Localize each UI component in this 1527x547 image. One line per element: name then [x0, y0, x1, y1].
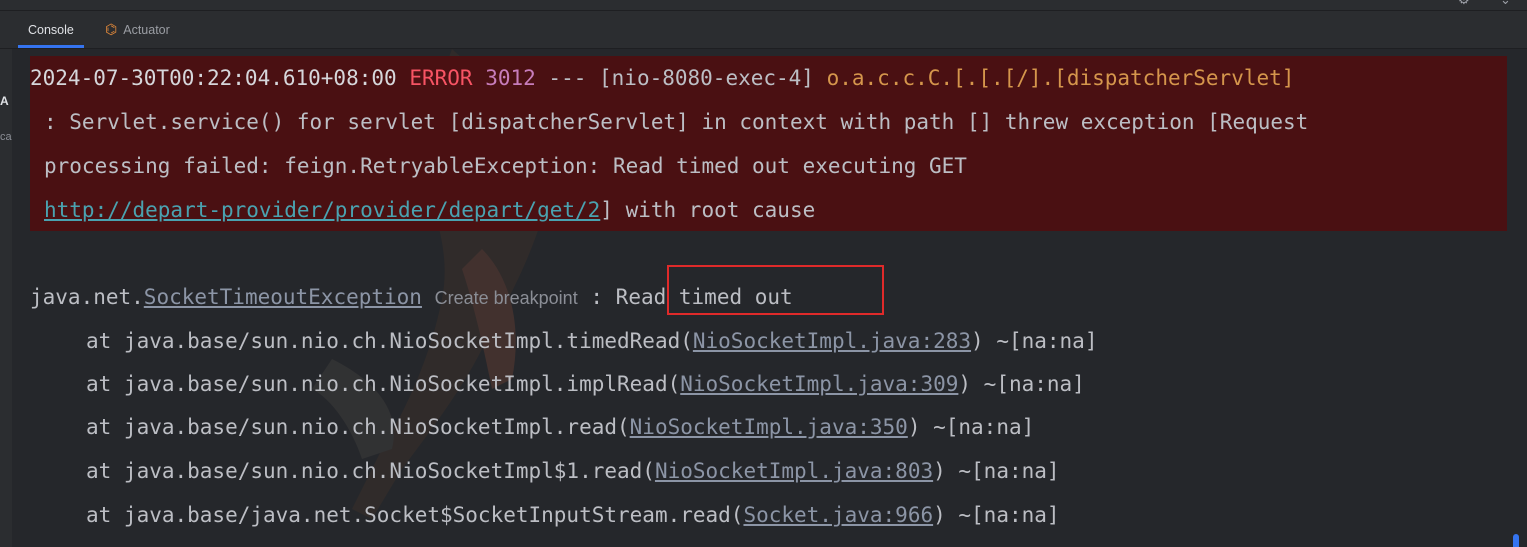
log-line-rest: ] with root cause: [600, 198, 816, 222]
log-line-message-2: processing failed: feign.RetryableExcept…: [44, 154, 967, 178]
log-logger: o.a.c.c.C.[.[.[/].[dispatcherServlet]: [826, 66, 1295, 90]
vertical-scrollbar-thumb[interactable]: [1513, 534, 1519, 547]
log-line-message-3: http://depart-provider/provider/depart/g…: [44, 195, 815, 225]
stack-frame: at java.base/sun.nio.ch.NioSocketImpl.re…: [86, 412, 1034, 442]
exception-package: java.net.: [30, 285, 144, 309]
exception-separator: :: [590, 285, 604, 309]
log-line-message-1: : Servlet.service() for servlet [dispatc…: [44, 110, 1309, 134]
stack-frame: at java.base/sun.nio.ch.NioSocketImpl.im…: [86, 369, 1085, 399]
settings-icon[interactable]: ⚙: [1458, 0, 1470, 8]
stack-frame-source-link[interactable]: NioSocketImpl.java:350: [630, 415, 908, 439]
request-url-link[interactable]: http://depart-provider/provider/depart/g…: [44, 198, 600, 222]
stack-frame-method: at java.base/sun.nio.ch.NioSocketImpl.ti…: [86, 329, 693, 353]
log-separator: ---: [548, 66, 587, 90]
stack-frame-suffix: ) ~[na:na]: [907, 415, 1035, 439]
highlight-box: [667, 265, 884, 315]
log-pid: 3012: [485, 66, 536, 90]
tab-console[interactable]: Console: [18, 11, 84, 48]
stack-frame-suffix: ) ~[na:na]: [971, 329, 1098, 353]
stack-frame-source-link[interactable]: NioSocketImpl.java:283: [693, 329, 971, 353]
log-line-header: 2024-07-30T00:22:04.610+08:00 ERROR 3012…: [30, 63, 1294, 93]
tool-window-tabs: Console ⌬ Actuator: [0, 11, 1527, 49]
stack-frame: at java.base/sun.nio.ch.NioSocketImpl$1.…: [86, 456, 1060, 486]
top-toolbar: ⚙ ⌄: [0, 0, 1527, 11]
stack-frame-suffix: ) ~[na:na]: [933, 459, 1060, 483]
tab-actuator[interactable]: ⌬ Actuator: [95, 11, 180, 48]
stack-frame-suffix: ) ~[na:na]: [933, 503, 1060, 527]
actuator-icon: ⌬: [105, 21, 118, 37]
stack-frame-source-link[interactable]: Socket.java:966: [743, 503, 933, 527]
tab-console-label: Console: [28, 22, 74, 37]
log-timestamp: 2024-07-30T00:22:04.610+08:00: [30, 66, 397, 90]
chevron-down-icon[interactable]: ⌄: [1500, 0, 1511, 8]
tab-actuator-label: Actuator: [123, 22, 170, 37]
stack-frame: at java.base/sun.nio.ch.NioSocketImpl.ti…: [86, 326, 1097, 356]
gutter-letter: A: [0, 94, 9, 108]
stack-frame-method: at java.base/sun.nio.ch.NioSocketImpl$1.…: [86, 459, 655, 483]
log-level: ERROR: [409, 66, 473, 90]
left-gutter: A ca: [0, 49, 12, 547]
stack-frame: at java.base/java.net.Socket$SocketInput…: [86, 500, 1060, 530]
stack-frame-source-link[interactable]: NioSocketImpl.java:309: [680, 372, 958, 396]
log-thread: [nio-8080-exec-4]: [599, 66, 814, 90]
create-breakpoint-link[interactable]: Create breakpoint: [435, 288, 578, 308]
stack-frame-source-link[interactable]: NioSocketImpl.java:803: [655, 459, 933, 483]
console-output[interactable]: 2024-07-30T00:22:04.610+08:00 ERROR 3012…: [12, 49, 1527, 547]
stack-frame-method: at java.base/java.net.Socket$SocketInput…: [86, 503, 744, 527]
exception-class-link[interactable]: SocketTimeoutException: [144, 285, 422, 309]
gutter-text: ca: [0, 131, 12, 143]
stack-frame-suffix: ) ~[na:na]: [958, 372, 1085, 396]
stack-frame-method: at java.base/sun.nio.ch.NioSocketImpl.re…: [86, 415, 630, 439]
stack-frame-method: at java.base/sun.nio.ch.NioSocketImpl.im…: [86, 372, 681, 396]
